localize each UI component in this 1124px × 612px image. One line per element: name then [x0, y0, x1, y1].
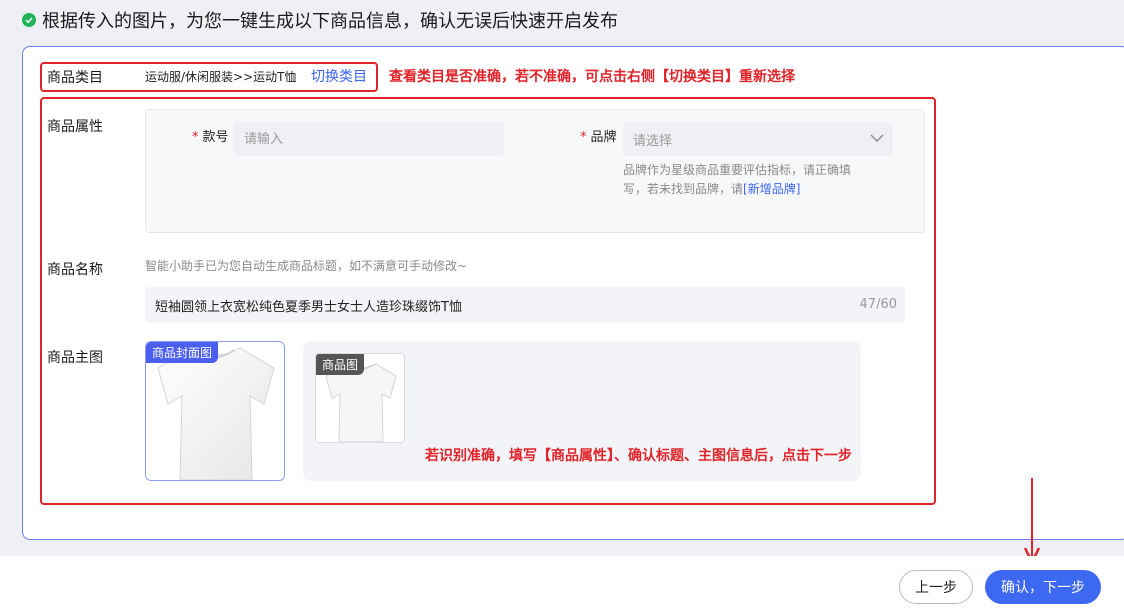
style-no-input[interactable] — [234, 122, 504, 156]
image-gallery: 商品图 若识别准确，填写【商品属性】、确认标题、主图信息后，点击下一步 — [303, 341, 861, 481]
brand-hint: 品牌作为星级商品重要评估指标，请正确填 写，若未找到品牌，请[新增品牌] — [623, 163, 852, 196]
cover-badge: 商品封面图 — [146, 342, 219, 363]
brand-label: * 品牌 — [580, 130, 617, 145]
image-badge: 商品图 — [316, 354, 365, 375]
product-info-card: 商品类目 运动服/休闲服装>>运动T恤 切换类目 查看类目是否准确，若不准确，可… — [22, 46, 1124, 540]
prev-step-button[interactable]: 上一步 — [899, 570, 973, 604]
add-brand-link[interactable]: [新增品牌] — [743, 182, 800, 196]
brand-select[interactable]: 请选择 — [623, 122, 893, 156]
confirm-next-button[interactable]: 确认，下一步 — [985, 570, 1101, 604]
required-star: * — [192, 130, 199, 145]
required-star: * — [580, 130, 587, 145]
red-arrow-down-icon — [1023, 478, 1041, 565]
main-image-label: 商品主图 — [47, 350, 103, 366]
page-header: 根据传入的图片，为您一键生成以下商品信息，确认无误后快速开启发布 — [0, 0, 1124, 40]
category-annotation: 查看类目是否准确，若不准确，可点击右侧【切换类目】重新选择 — [389, 69, 795, 85]
check-circle-icon — [22, 13, 36, 27]
product-name-label: 商品名称 — [47, 262, 103, 278]
title-char-counter: 47/60 — [859, 297, 897, 312]
brand-select-placeholder: 请选择 — [633, 133, 673, 149]
chevron-down-icon — [870, 134, 884, 142]
attributes-panel: *款号 *品牌 请选择 品牌作为星级商品重要评估指标，请正确填 写，若未找到品牌… — [145, 109, 925, 233]
product-title-value: 短袖圆领上衣宽松纯色夏季男士女士人造珍珠缀饰T恤 — [155, 299, 462, 315]
category-value: 运动服/休闲服装>>运动T恤 — [145, 70, 297, 84]
category-label: 商品类目 — [47, 70, 103, 86]
image-annotation: 若识别准确，填写【商品属性】、确认标题、主图信息后，点击下一步 — [425, 448, 852, 464]
header-text: 根据传入的图片，为您一键生成以下商品信息，确认无误后快速开启发布 — [42, 11, 618, 32]
attributes-label: 商品属性 — [47, 119, 103, 135]
footer-bar: 上一步 确认，下一步 — [0, 556, 1124, 612]
style-no-label: * 款号 — [192, 130, 229, 145]
switch-category-link[interactable]: 切换类目 — [311, 66, 367, 86]
product-image-thumb[interactable]: 商品图 — [315, 353, 405, 443]
cover-image[interactable]: 商品封面图 — [145, 341, 285, 481]
product-name-hint: 智能小助手已为您自动生成商品标题，如不满意可手动修改~ — [145, 259, 468, 273]
product-title-input[interactable]: 短袖圆领上衣宽松纯色夏季男士女士人造珍珠缀饰T恤 47/60 — [145, 287, 905, 323]
